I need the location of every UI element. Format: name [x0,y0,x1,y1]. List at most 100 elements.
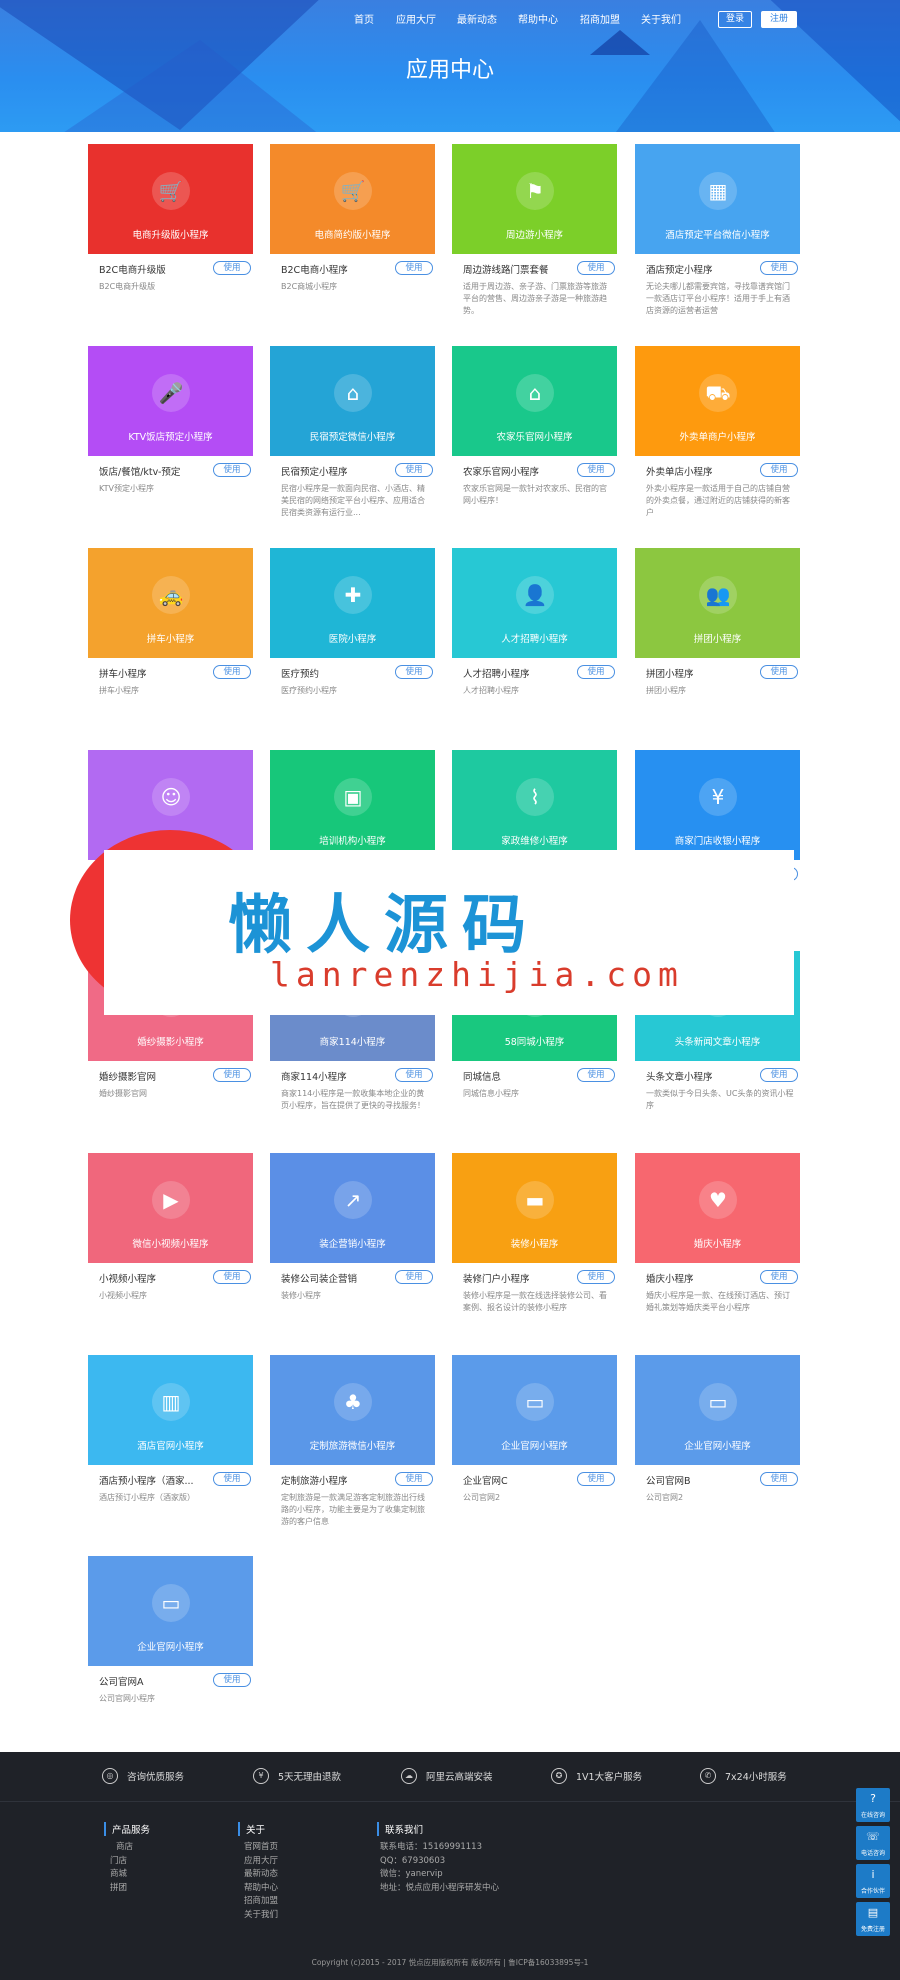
use-button[interactable]: 使用 [760,665,798,679]
use-button[interactable]: 使用 [213,1270,251,1284]
use-button[interactable]: 使用 [577,463,615,477]
use-button[interactable]: 使用 [213,463,251,477]
use-button[interactable]: 使用 [760,1270,798,1284]
footer-link[interactable]: 商店 [104,1841,150,1855]
phone-consult-button[interactable]: ☏ 电话咨询 [856,1826,890,1860]
app-card[interactable]: 🚕 拼车小程序 拼车小程序 使用 拼车小程序 [88,548,253,713]
app-name[interactable]: 婚纱摄影官网 [99,1069,207,1083]
app-name[interactable]: 酒店预定小程序 [646,262,754,276]
app-card[interactable]: ⚑ 周边游小程序 周边游线路门票套餐 使用 适用于周边游、亲子游、门票旅游等旅游平台的营… [452,144,617,315]
app-card[interactable]: 👥 拼团小程序 拼团小程序 使用 拼团小程序 [635,548,800,713]
footer-link[interactable]: 应用大厅 [238,1855,278,1869]
app-thumbnail[interactable]: 🎤 KTV饭店预定小程序 [88,346,253,456]
use-button[interactable]: 使用 [577,665,615,679]
app-card[interactable]: ⌂ 民宿预定微信小程序 民宿预定小程序 使用 民宿小程序是一款面向民宿、小酒店、精美民宿… [270,346,435,517]
use-button[interactable]: 使用 [395,665,433,679]
use-button[interactable]: 使用 [395,261,433,275]
app-card[interactable]: ▶ 微信小视频小程序 小视频小程序 使用 小视频小程序 [88,1153,253,1318]
use-button[interactable]: 使用 [395,1472,433,1486]
app-name[interactable]: 公司官网B [646,1473,754,1487]
nav-help[interactable]: 帮助中心 [518,11,558,26]
use-button[interactable]: 使用 [577,1270,615,1284]
app-thumbnail[interactable]: ⌂ 农家乐官网小程序 [452,346,617,456]
app-card[interactable]: ✚ 医院小程序 医疗预约 使用 医疗预约小程序 [270,548,435,713]
app-name[interactable]: 饭店/餐馆/ktv-预定 [99,464,207,478]
app-thumbnail[interactable]: 👤 人才招聘小程序 [452,548,617,658]
nav-about[interactable]: 关于我们 [641,11,681,26]
use-button[interactable]: 使用 [760,463,798,477]
app-card[interactable]: ▭ 企业官网小程序 企业官网C 使用 公司官网2 [452,1355,617,1520]
app-thumbnail[interactable]: ▭ 企业官网小程序 [88,1556,253,1666]
app-name[interactable]: 酒店预小程序（酒家... [99,1473,207,1487]
app-card[interactable]: 🛒 电商简约版小程序 B2C电商小程序 使用 B2C商城小程序 [270,144,435,309]
app-card[interactable]: ▥ 酒店官网小程序 酒店预小程序（酒家... 使用 酒店预订小程序（酒家版） [88,1355,253,1520]
use-button[interactable]: 使用 [395,1270,433,1284]
use-button[interactable]: 使用 [213,261,251,275]
footer-link[interactable]: 关于我们 [238,1909,278,1923]
footer-link[interactable]: 招商加盟 [238,1895,278,1909]
app-name[interactable]: B2C电商升级版 [99,262,207,276]
app-name[interactable]: 人才招聘小程序 [463,666,571,680]
nav-app-hall[interactable]: 应用大厅 [396,11,436,26]
use-button[interactable]: 使用 [395,1068,433,1082]
app-card[interactable]: 🛒 电商升级版小程序 B2C电商升级版 使用 B2C电商升级版 [88,144,253,309]
use-button[interactable]: 使用 [760,1472,798,1486]
app-name[interactable]: 拼团小程序 [646,666,754,680]
app-thumbnail[interactable]: ⚑ 周边游小程序 [452,144,617,254]
app-name[interactable]: 医疗预约 [281,666,389,680]
app-name[interactable]: 周边游线路门票套餐 [463,262,571,276]
footer-link[interactable]: 帮助中心 [238,1882,278,1896]
app-name[interactable]: 公司官网A [99,1674,207,1688]
app-card[interactable]: ⛟ 外卖单商户小程序 外卖单店小程序 使用 外卖小程序是一款适用于自己的店铺自营的外卖点… [635,346,800,517]
footer-link[interactable]: 商城 [104,1868,150,1882]
nav-join[interactable]: 招商加盟 [580,11,620,26]
login-button[interactable]: 登录 [718,11,752,28]
use-button[interactable]: 使用 [213,665,251,679]
app-name[interactable]: 定制旅游小程序 [281,1473,389,1487]
app-thumbnail[interactable]: ¥ 商家门店收银小程序 [635,750,800,860]
app-thumbnail[interactable]: ↗ 装企营销小程序 [270,1153,435,1263]
app-card[interactable]: ⌂ 农家乐官网小程序 农家乐官网小程序 使用 农家乐官网是一款针对农家乐、民宿的官网小程… [452,346,617,511]
app-card[interactable]: ▬ 装修小程序 装修门户小程序 使用 装修小程序是一款在线选择装修公司、看案例、报名设计… [452,1153,617,1318]
online-consult-button[interactable]: ? 在线咨询 [856,1788,890,1822]
use-button[interactable]: 使用 [577,1068,615,1082]
app-thumbnail[interactable]: ▣ 培训机构小程序 [270,750,435,860]
app-thumbnail[interactable]: ♣ 定制旅游微信小程序 [270,1355,435,1465]
app-name[interactable]: 民宿预定小程序 [281,464,389,478]
footer-link[interactable]: 门店 [104,1855,150,1869]
app-thumbnail[interactable]: ⌂ 民宿预定微信小程序 [270,346,435,456]
register-button[interactable]: 注册 [761,11,797,28]
app-name[interactable]: 装修门户小程序 [463,1271,571,1285]
partner-button[interactable]: i 合作伙伴 [856,1864,890,1898]
use-button[interactable]: 使用 [760,261,798,275]
app-name[interactable]: 商家114小程序 [281,1069,389,1083]
nav-news[interactable]: 最新动态 [457,11,497,26]
app-thumbnail[interactable]: ▶ 微信小视频小程序 [88,1153,253,1263]
app-name[interactable]: 企业官网C [463,1473,571,1487]
use-button[interactable]: 使用 [395,463,433,477]
app-card[interactable]: 👤 人才招聘小程序 人才招聘小程序 使用 人才招聘小程序 [452,548,617,713]
footer-link[interactable]: 拼团 [104,1882,150,1896]
app-name[interactable]: 头条文章小程序 [646,1069,754,1083]
app-thumbnail[interactable]: ▥ 酒店官网小程序 [88,1355,253,1465]
app-thumbnail[interactable]: 🛒 电商简约版小程序 [270,144,435,254]
app-thumbnail[interactable]: ▭ 企业官网小程序 [635,1355,800,1465]
app-card[interactable]: 🎤 KTV饭店预定小程序 饭店/餐馆/ktv-预定 使用 KTV预定小程序 [88,346,253,511]
app-thumbnail[interactable]: ▭ 企业官网小程序 [452,1355,617,1465]
app-name[interactable]: B2C电商小程序 [281,262,389,276]
app-name[interactable]: 农家乐官网小程序 [463,464,571,478]
app-thumbnail[interactable]: ▦ 酒店预定平台微信小程序 [635,144,800,254]
app-card[interactable]: ♣ 定制旅游微信小程序 定制旅游小程序 使用 定制旅游是一款满足游客定制旅游出行线路的小… [270,1355,435,1526]
footer-link[interactable]: 官网首页 [238,1841,278,1855]
app-thumbnail[interactable]: 👥 拼团小程序 [635,548,800,658]
app-card[interactable]: ▦ 酒店预定平台微信小程序 酒店预定小程序 使用 无论夫哪儿都需要宾馆，寻找靠谱宾馆门一… [635,144,800,315]
app-name[interactable]: 同城信息 [463,1069,571,1083]
register-free-button[interactable]: ▤ 免费注册 [856,1902,890,1936]
use-button[interactable]: 使用 [213,1673,251,1687]
app-name[interactable]: 婚庆小程序 [646,1271,754,1285]
app-name[interactable]: 小视频小程序 [99,1271,207,1285]
use-button[interactable]: 使用 [213,1068,251,1082]
app-card[interactable]: ♥ 婚庆小程序 婚庆小程序 使用 婚庆小程序是一款、在线预订酒店、预订婚礼策划等婚庆类平… [635,1153,800,1318]
use-button[interactable]: 使用 [577,1472,615,1486]
app-thumbnail[interactable]: ♥ 婚庆小程序 [635,1153,800,1263]
